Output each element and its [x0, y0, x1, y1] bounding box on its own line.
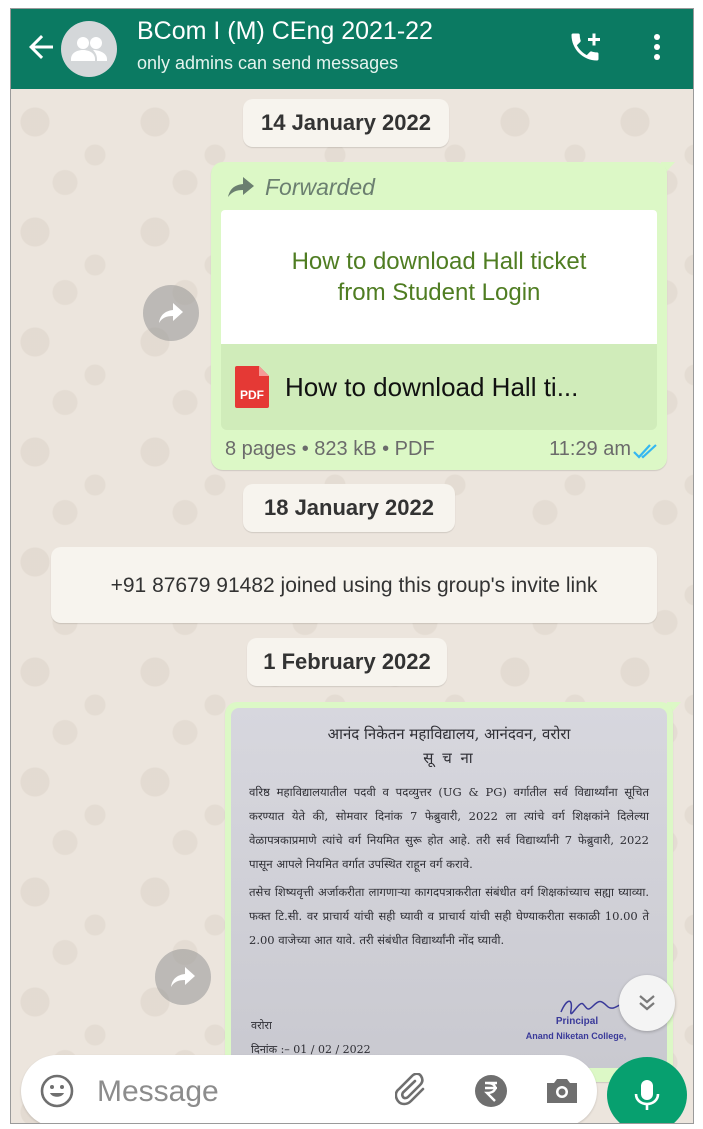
chat-header: BCom I (M) CEng 2021-22 only admins can …: [11, 9, 693, 89]
rupee-icon[interactable]: [473, 1073, 509, 1109]
notice-subheading: सू च ना: [423, 749, 475, 767]
share-button[interactable]: [143, 285, 199, 341]
forward-icon: [228, 177, 254, 197]
voice-record-button[interactable]: [607, 1057, 687, 1123]
document-file-row[interactable]: PDF How to download Hall ti...: [221, 344, 657, 430]
more-vert-icon[interactable]: [643, 29, 671, 65]
notice-paragraph-2: तसेच शिष्यवृत्ती अर्जाकरीता लागणाऱ्या का…: [249, 885, 649, 947]
image-message[interactable]: आनंद निकेतन महाविद्यालय, आनंदवन, वरोरा स…: [225, 702, 673, 1082]
system-message: +91 87679 91482 joined using this group'…: [51, 547, 657, 623]
message-input-bar[interactable]: Message: [21, 1055, 597, 1123]
pdf-badge-text: PDF: [240, 388, 264, 402]
document-preview[interactable]: How to download Hall ticket from Student…: [221, 210, 657, 344]
chevron-double-down-icon: [639, 995, 655, 1011]
double-check-icon: [633, 444, 657, 459]
forwarded-label: Forwarded: [227, 172, 375, 202]
pdf-icon: PDF: [235, 366, 269, 408]
date-chip: 1 February 2022: [247, 638, 447, 686]
add-call-icon[interactable]: [567, 29, 603, 65]
document-meta: 8 pages • 823 kB • PDF: [225, 438, 435, 460]
notice-place: वरोरा: [251, 1019, 272, 1032]
chat-title[interactable]: BCom I (M) CEng 2021-22: [137, 17, 433, 46]
scroll-to-bottom-button[interactable]: [619, 975, 675, 1031]
notice-signatory: Principal: [555, 1016, 599, 1027]
notice-paragraph-1: वरिष्ठ महाविद्यालयातील पदवी व पदव्युत्तर…: [249, 785, 649, 871]
notice-image[interactable]: आनंद निकेतन महाविद्यालय, आनंदवन, वरोरा स…: [231, 708, 667, 1068]
chat-subtitle[interactable]: only admins can send messages: [137, 53, 398, 74]
group-avatar-icon[interactable]: [61, 21, 117, 77]
notice-heading: आनंद निकेतन महाविद्यालय, आनंदवन, वरोरा: [327, 725, 571, 743]
message-time: 11:29 am: [549, 438, 631, 460]
share-icon: [171, 967, 195, 987]
share-icon: [159, 303, 183, 323]
date-chip: 14 January 2022: [243, 99, 449, 147]
chat-screen: BCom I (M) CEng 2021-22 only admins can …: [10, 8, 694, 1124]
document-preview-title: How to download Hall ticket from Student…: [291, 248, 587, 306]
document-file-name: How to download Hall ti...: [285, 371, 579, 402]
date-chip: 18 January 2022: [243, 484, 455, 532]
camera-icon[interactable]: [543, 1073, 581, 1109]
back-arrow-icon[interactable]: [23, 29, 59, 65]
mic-icon: [634, 1080, 660, 1110]
attach-icon[interactable]: [395, 1073, 431, 1109]
notice-college: Anand Niketan College,: [525, 1031, 627, 1041]
emoji-icon[interactable]: [39, 1073, 75, 1109]
document-message[interactable]: Forwarded How to download Hall ticket fr…: [211, 162, 667, 470]
message-input[interactable]: Message: [97, 1075, 219, 1109]
share-button[interactable]: [155, 949, 211, 1005]
